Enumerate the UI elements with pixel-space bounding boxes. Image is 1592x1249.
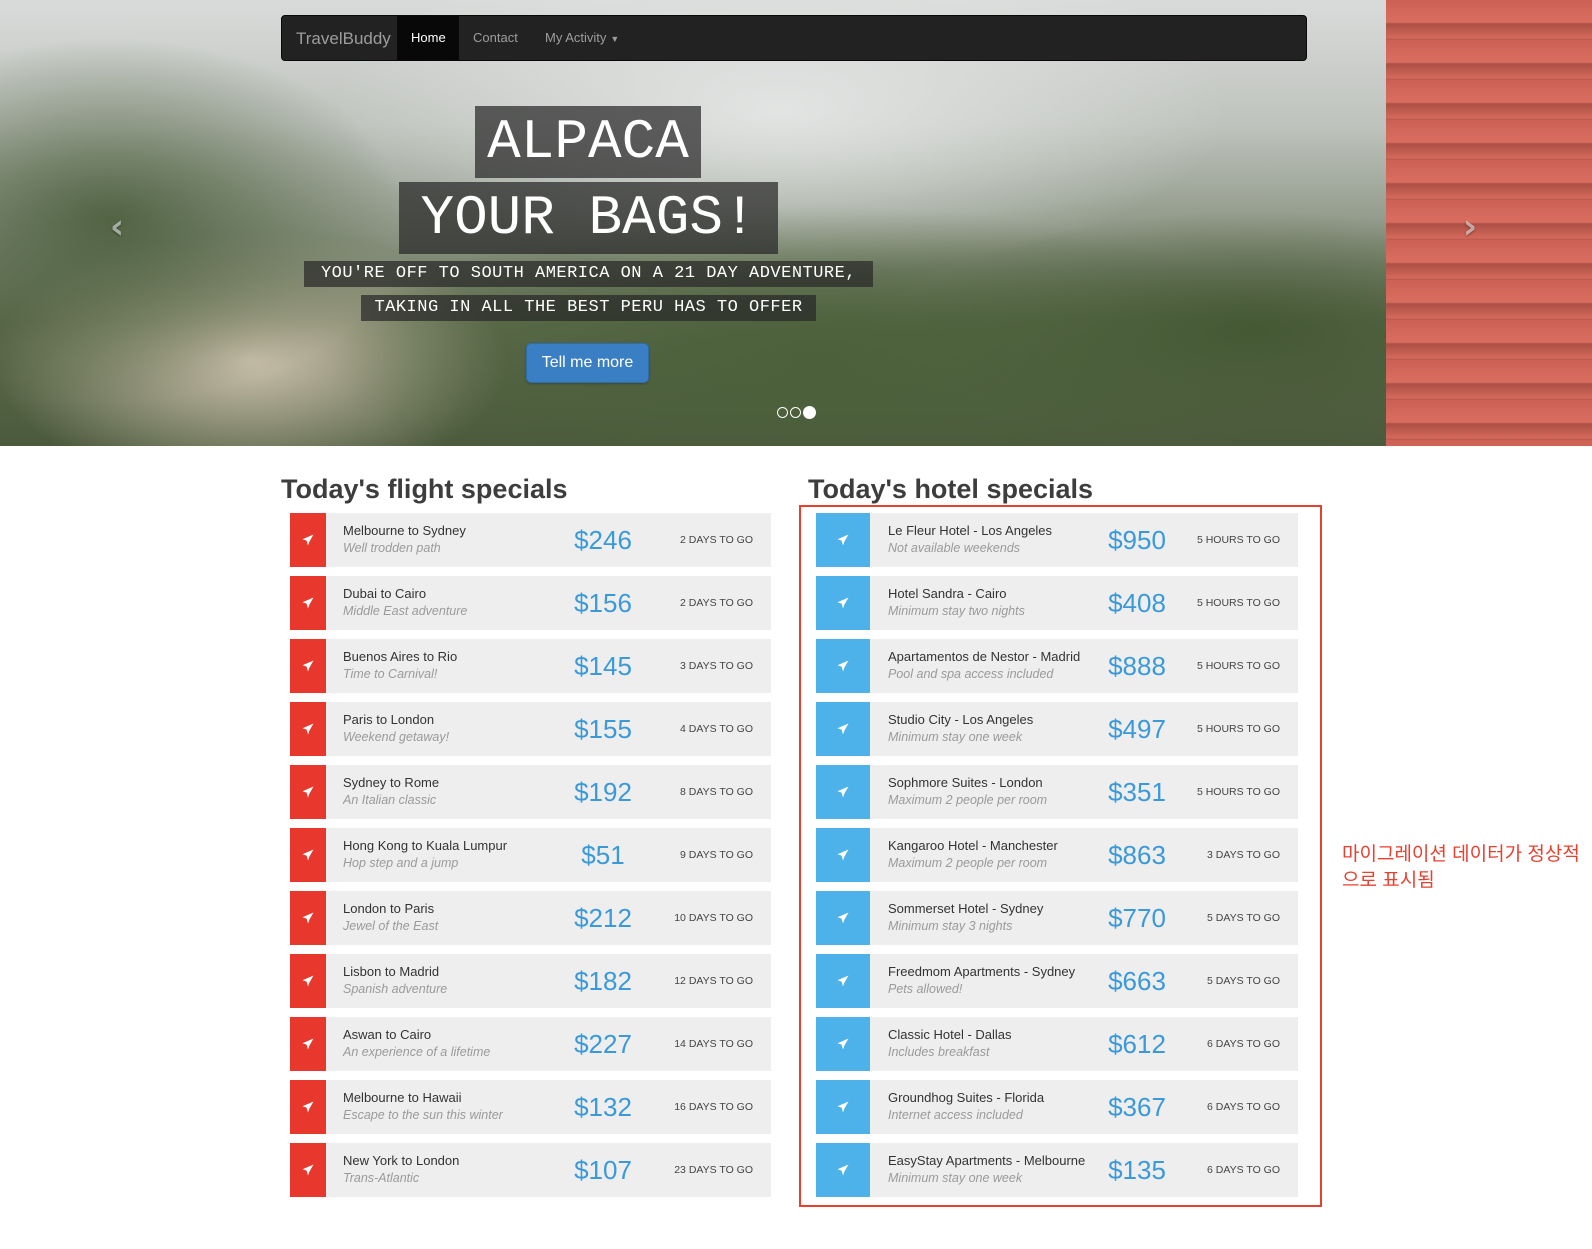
nav-item-my-activity[interactable]: My Activity ▼	[531, 16, 633, 60]
caret-down-icon: ▼	[610, 34, 620, 44]
flight-special-price: $182	[574, 966, 632, 996]
hero-title-line-2: YOUR BAGS!	[399, 182, 778, 254]
nav-item-my-activity-label: My Activity	[545, 30, 607, 45]
flight-special-row[interactable]: New York to London Trans-Atlantic $107 23 D…	[290, 1143, 771, 1197]
paper-plane-icon	[302, 1101, 314, 1113]
flight-special-time-remaining: 4 DAYS TO GO	[680, 723, 753, 735]
hero-carousel: ‹ › ALPACA YOUR BAGS! YOU'RE OFF TO SOUT…	[0, 0, 1592, 446]
flight-special-price: $51	[581, 840, 625, 870]
flight-special-row[interactable]: Aswan to Cairo An experience of a lifetim…	[290, 1017, 771, 1071]
paper-plane-icon	[302, 975, 314, 987]
hero-title-line-1: ALPACA	[475, 106, 701, 178]
paper-plane-icon	[302, 912, 314, 924]
flight-special-row[interactable]: Paris to London Weekend getaway! $155 4 DAY…	[290, 702, 771, 756]
flight-special-price: $107	[574, 1155, 632, 1185]
flight-special-description: An Italian classic	[343, 793, 437, 807]
flight-special-time-remaining: 2 DAYS TO GO	[680, 534, 753, 546]
paper-plane-icon	[302, 534, 314, 546]
flight-special-description: Weekend getaway!	[343, 730, 450, 744]
hero-subtitle-line-1: YOU'RE OFF TO SOUTH AMERICA ON A 21 DAY …	[304, 261, 873, 287]
carousel-indicators	[777, 404, 818, 420]
brand-logo[interactable]: TravelBuddy	[296, 16, 391, 60]
flight-special-time-remaining: 16 DAYS TO GO	[674, 1101, 753, 1113]
flight-special-badge	[290, 828, 326, 882]
flight-special-badge	[290, 1080, 326, 1134]
flight-special-price: $246	[574, 525, 632, 555]
flight-special-name: Sydney to Rome	[343, 775, 440, 790]
flight-special-description: Escape to the sun this winter	[343, 1108, 503, 1122]
flight-special-time-remaining: 12 DAYS TO GO	[674, 975, 753, 987]
flight-special-name: Hong Kong to Kuala Lumpur	[343, 838, 508, 853]
flight-special-badge	[290, 576, 326, 630]
paper-plane-icon	[302, 1164, 314, 1176]
paper-plane-icon	[302, 786, 314, 798]
flight-special-badge	[290, 891, 326, 945]
paper-plane-icon	[302, 849, 314, 861]
flight-special-price: $227	[574, 1029, 632, 1059]
flight-special-row[interactable]: Melbourne to Hawaii Escape to the sun thi…	[290, 1080, 771, 1134]
annotation-note: 마이그레이션 데이터가 정상적으로 표시됨	[1342, 844, 1580, 891]
tell-me-more-button[interactable]: Tell me more	[526, 343, 649, 383]
flight-special-name: Buenos Aires to Rio	[343, 649, 458, 664]
flight-special-description: Middle East adventure	[343, 604, 468, 618]
flight-special-time-remaining: 8 DAYS TO GO	[680, 786, 753, 798]
paper-plane-icon	[302, 1038, 314, 1050]
navbar: TravelBuddy Home Contact My Activity ▼	[281, 15, 1307, 61]
flight-special-time-remaining: 2 DAYS TO GO	[680, 597, 753, 609]
flight-special-description: Hop step and a jump	[343, 856, 459, 870]
flight-special-badge	[290, 1143, 326, 1197]
flight-special-row[interactable]: Lisbon to Madrid Spanish adventure $182 12 …	[290, 954, 771, 1008]
flight-special-description: Time to Carnival!	[343, 667, 438, 681]
chevron-right-icon[interactable]: ›	[1457, 210, 1483, 244]
flight-special-time-remaining: 9 DAYS TO GO	[680, 849, 753, 861]
flight-special-row[interactable]: Sydney to Rome An Italian classic $192 8 DA…	[290, 765, 771, 819]
flight-special-name: Aswan to Cairo	[343, 1027, 432, 1042]
flight-special-badge	[290, 702, 326, 756]
flight-specials-title: Today's flight specials	[281, 474, 568, 504]
flight-special-price: $192	[574, 777, 632, 807]
flight-special-row[interactable]: Melbourne to Sydney Well trodden path $246…	[290, 513, 771, 567]
flight-special-name: Paris to London	[343, 712, 435, 727]
flight-special-description: Jewel of the East	[343, 919, 439, 933]
flight-special-price: $155	[574, 714, 632, 744]
flight-specials-list: Melbourne to Sydney Well trodden path $246…	[290, 513, 771, 1206]
flight-special-row[interactable]: Dubai to Cairo Middle East adventure $156 2…	[290, 576, 771, 630]
paper-plane-icon	[302, 723, 314, 735]
nav-item-home[interactable]: Home	[397, 16, 459, 60]
flight-special-row[interactable]: Hong Kong to Kuala Lumpur Hop step and a …	[290, 828, 771, 882]
chevron-left-icon[interactable]: ‹	[104, 210, 130, 244]
flight-special-name: Melbourne to Sydney	[343, 523, 466, 538]
flight-special-price: $132	[574, 1092, 632, 1122]
flight-special-badge	[290, 639, 326, 693]
flight-special-price: $212	[574, 903, 632, 933]
flight-special-price: $145	[574, 651, 632, 681]
flight-special-name: Melbourne to Hawaii	[343, 1090, 462, 1105]
flight-special-description: An experience of a lifetime	[343, 1045, 491, 1059]
flight-special-badge	[290, 1017, 326, 1071]
flight-special-description: Trans-Atlantic	[343, 1171, 420, 1185]
hero-subtitle-line-2: TAKING IN ALL THE BEST PERU HAS TO OFFER	[361, 295, 816, 321]
flight-special-row[interactable]: London to Paris Jewel of the East $212 10 D…	[290, 891, 771, 945]
paper-plane-icon	[302, 597, 314, 609]
flight-special-time-remaining: 14 DAYS TO GO	[674, 1038, 753, 1050]
flight-special-description: Well trodden path	[343, 541, 441, 555]
flight-special-time-remaining: 3 DAYS TO GO	[680, 660, 753, 672]
flight-special-row[interactable]: Buenos Aires to Rio Time to Carnival! $145…	[290, 639, 771, 693]
annotation-highlight-box	[799, 505, 1322, 1207]
flight-special-name: Dubai to Cairo	[343, 586, 427, 601]
flight-special-description: Spanish adventure	[343, 982, 448, 996]
slide-preview-overlay	[1386, 0, 1592, 446]
flight-special-badge	[290, 765, 326, 819]
flight-special-time-remaining: 10 DAYS TO GO	[674, 912, 753, 924]
flight-special-badge	[290, 513, 326, 567]
flight-special-badge	[290, 954, 326, 1008]
flight-special-name: Lisbon to Madrid	[343, 964, 440, 979]
flight-special-time-remaining: 23 DAYS TO GO	[674, 1164, 753, 1176]
flight-special-name: London to Paris	[343, 901, 435, 916]
paper-plane-icon	[302, 660, 314, 672]
flight-special-price: $156	[574, 588, 632, 618]
hotel-specials-title: Today's hotel specials	[808, 474, 1094, 504]
nav-item-contact[interactable]: Contact	[459, 16, 532, 60]
flight-special-name: New York to London	[343, 1153, 460, 1168]
